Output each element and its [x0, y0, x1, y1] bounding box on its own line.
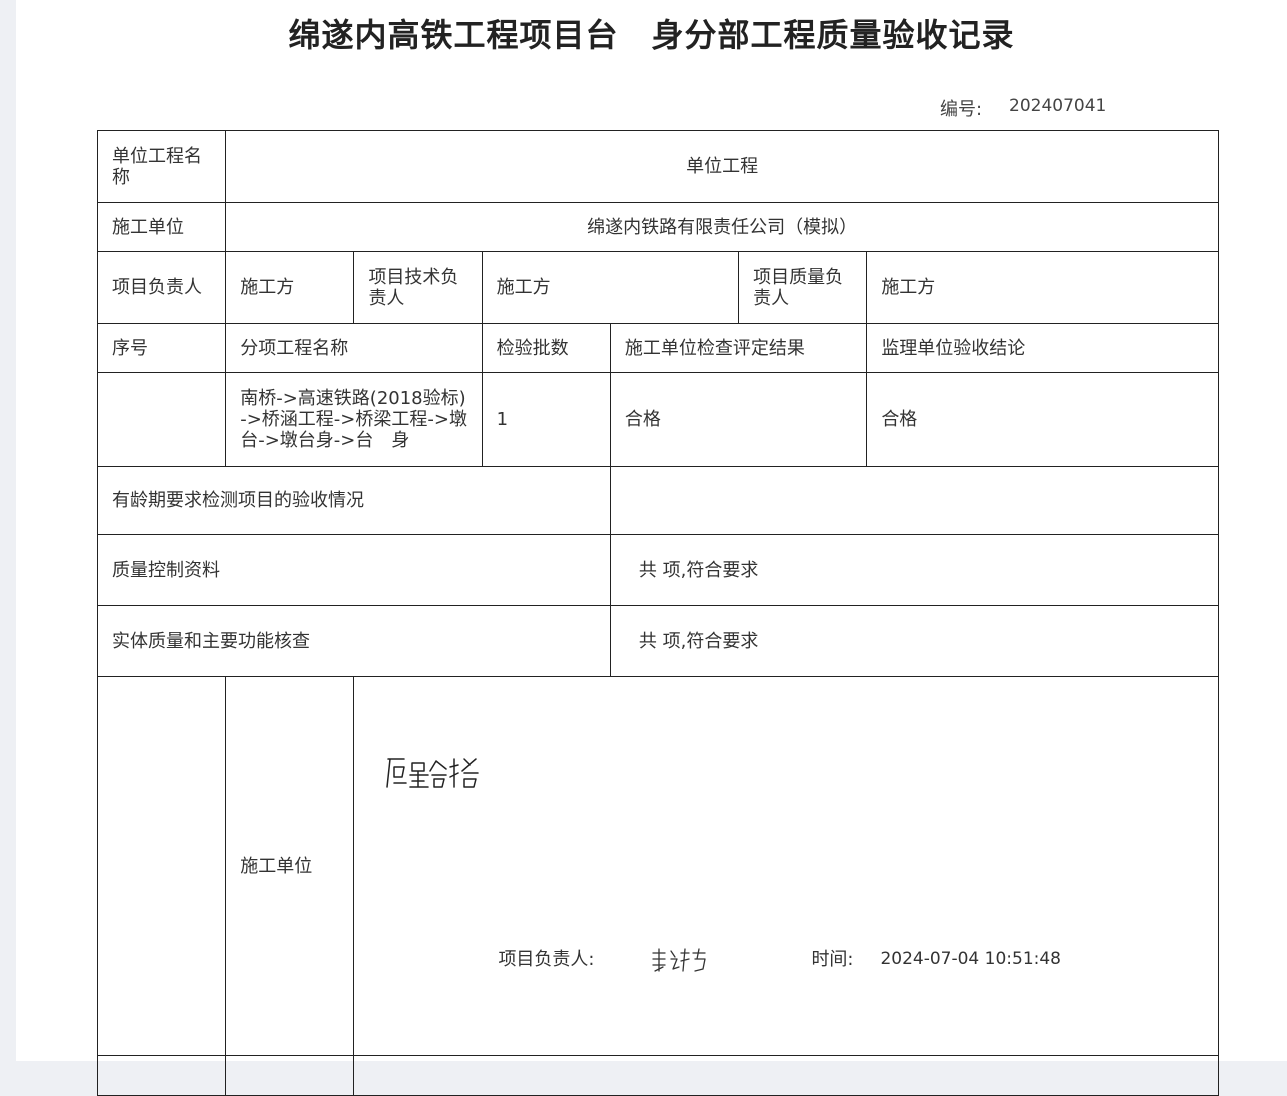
table-row: 有龄期要求检测项目的验收情况 — [97, 466, 1220, 535]
empty-cell — [96, 1055, 227, 1096]
item-supervisor-result: 合格 — [866, 372, 1219, 467]
table-row — [96, 1055, 1219, 1096]
empty-cell — [225, 1055, 355, 1096]
quality-docs-value: 共 项,符合要求 — [609, 534, 1220, 606]
table-header-row: 序号 分项工程名称 检验批数 施工单位检查评定结果 监理单位验收结论 — [96, 323, 1219, 373]
record-number-label: 编号: — [940, 99, 983, 120]
unit-result-header: 施工单位检查评定结果 — [609, 323, 868, 373]
table-row: 南桥->高速铁路(2018验标)->桥涵工程->桥梁工程->墩 台->墩台身->… — [96, 372, 1219, 467]
signoff-line: 项目负责人: 时间: 2024-07-04 10:51:48 — [355, 948, 1218, 973]
signoff-time-label: 时间: — [811, 949, 854, 970]
seq-header: 序号 — [96, 323, 227, 373]
age-testing-value — [609, 466, 1220, 535]
tech-lead-value: 施工方 — [481, 251, 740, 324]
supervisor-result-header: 监理单位验收结论 — [866, 323, 1219, 373]
item-batch-count: 1 — [481, 372, 611, 467]
page-title: 绵遂内高铁工程项目台 身分部工程质量验收记录 — [288, 16, 1015, 54]
signoff-row: 施工单位 项目负责人: 时间: 2024-07-04 10:51:48 — [96, 676, 1219, 1056]
quality-lead-label: 项目质量负责人 — [738, 251, 868, 324]
function-check-label: 实体质量和主要功能核查 — [97, 605, 611, 677]
table-row: 单位工程名称 单位工程 — [96, 130, 1219, 203]
signoff-time-value: 2024-07-04 10:51:48 — [880, 949, 1061, 969]
item-name-header: 分项工程名称 — [225, 323, 483, 373]
unit-project-value: 单位工程 — [225, 130, 1219, 203]
handwritten-quality-note — [386, 758, 480, 788]
unit-project-label: 单位工程名称 — [96, 130, 227, 203]
document-page: 绵遂内高铁工程项目台 身分部工程质量验收记录 编号: 202407041 单位工… — [16, 0, 1287, 1096]
table-row: 质量控制资料 共 项,符合要求 — [97, 534, 1220, 606]
signoff-area: 项目负责人: 时间: 2024-07-04 10:51:48 — [353, 676, 1219, 1056]
tech-lead-label: 项目技术负责人 — [353, 251, 483, 324]
construction-unit-value: 绵遂内铁路有限责任公司（模拟） — [225, 202, 1219, 252]
age-testing-label: 有龄期要求检测项目的验收情况 — [97, 466, 611, 535]
pm-label: 项目负责人 — [96, 251, 227, 324]
table-row: 项目负责人 施工方 项目技术负责人 施工方 项目质量负责人 施工方 — [96, 251, 1219, 324]
pm-value: 施工方 — [225, 251, 355, 324]
item-seq — [96, 372, 227, 467]
table-row: 实体质量和主要功能核查 共 项,符合要求 — [97, 605, 1220, 677]
quality-lead-value: 施工方 — [866, 251, 1219, 324]
signoff-blank-cell — [96, 676, 227, 1056]
item-unit-result: 合格 — [609, 372, 868, 467]
handwritten-signature — [652, 948, 707, 972]
acceptance-record-table: 单位工程名称 单位工程 施工单位 绵遂内铁路有限责任公司（模拟） 项目负责人 施… — [96, 130, 1220, 1096]
signoff-pm-label: 项目负责人: — [498, 949, 595, 970]
record-number-value: 202407041 — [1009, 96, 1107, 116]
function-check-value: 共 项,符合要求 — [609, 605, 1220, 677]
empty-cell — [353, 1055, 1219, 1096]
quality-docs-label: 质量控制资料 — [97, 534, 611, 606]
table-row: 施工单位 绵遂内铁路有限责任公司（模拟） — [96, 202, 1219, 252]
item-name: 南桥->高速铁路(2018验标)->桥涵工程->桥梁工程->墩 台->墩台身->… — [225, 372, 483, 467]
signoff-role: 施工单位 — [225, 676, 355, 1056]
construction-unit-label: 施工单位 — [96, 202, 227, 252]
batch-count-header: 检验批数 — [481, 323, 611, 373]
